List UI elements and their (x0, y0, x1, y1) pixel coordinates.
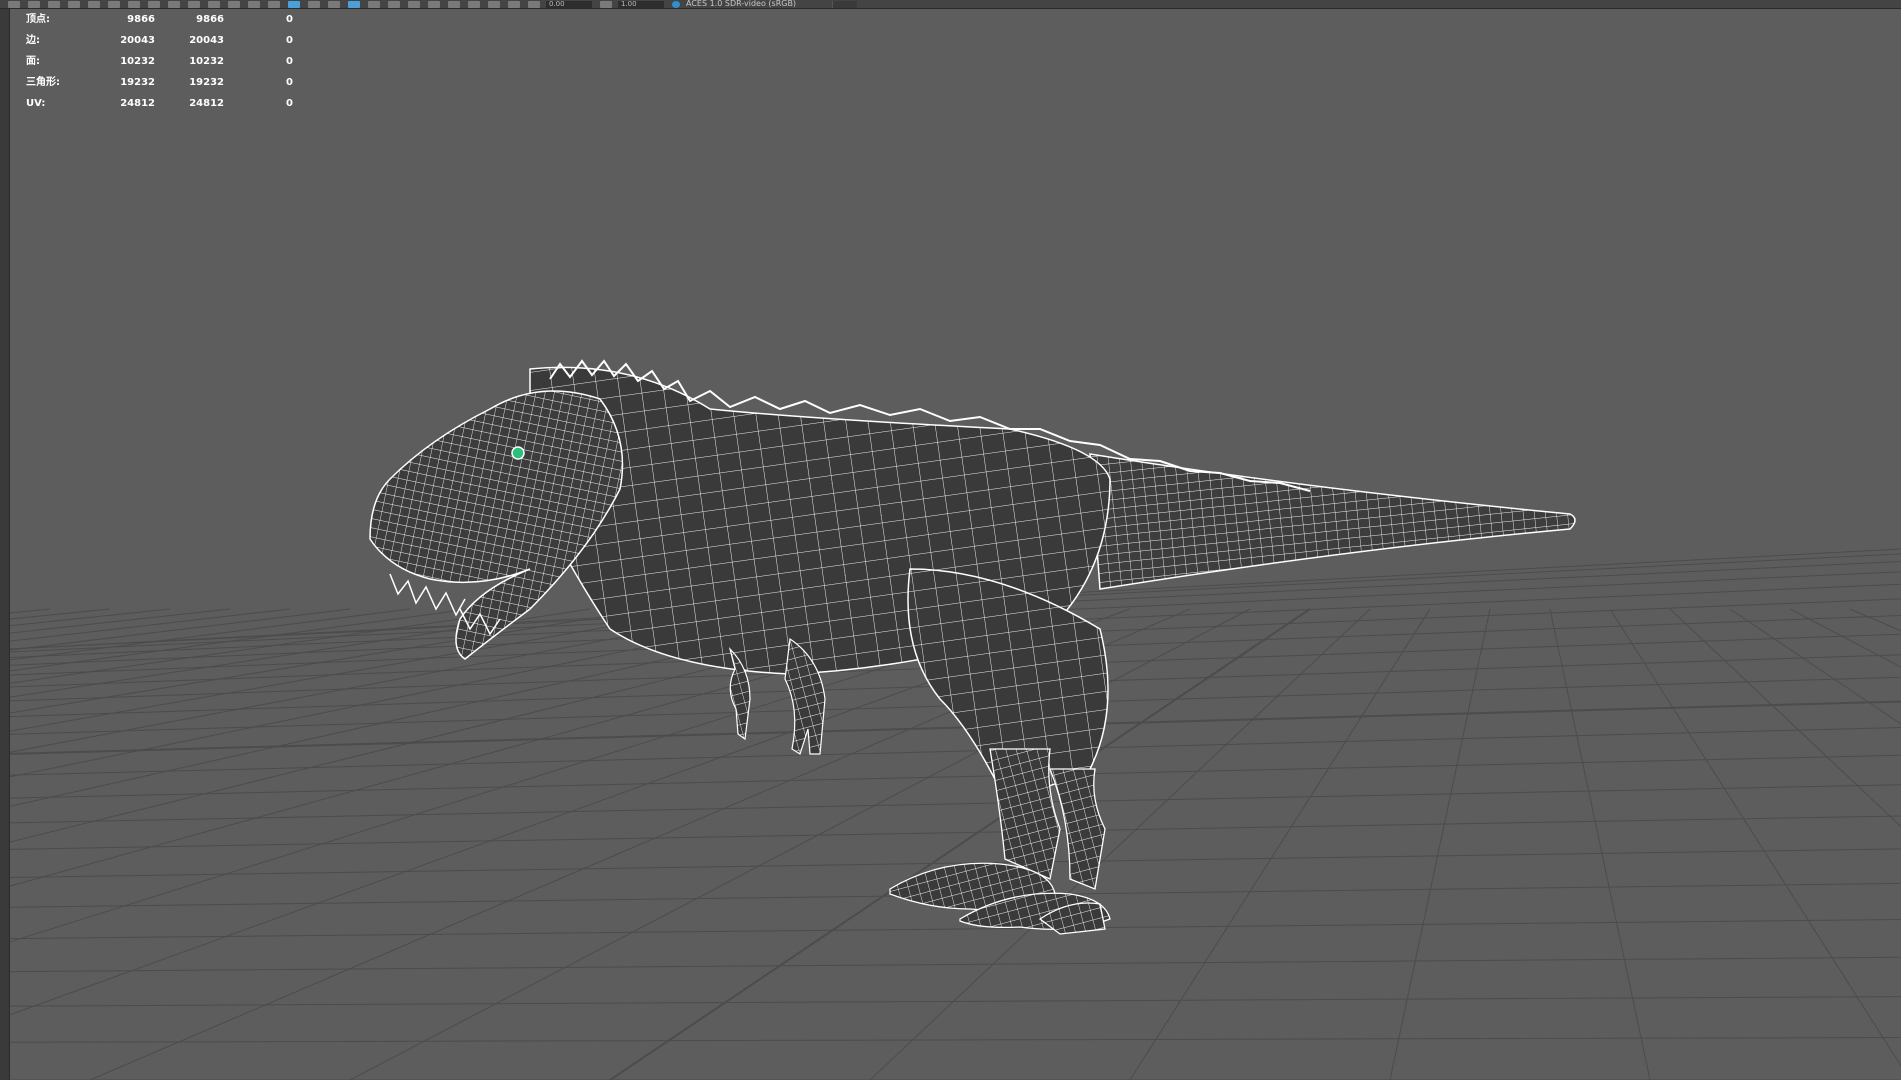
wireframe-icon[interactable] (268, 0, 280, 8)
hud-c3: 0 (286, 56, 293, 67)
viewport-scene[interactable] (10, 9, 1901, 1080)
hud-c2: 24812 (189, 98, 224, 109)
smooth-shade-icon[interactable] (288, 0, 300, 8)
camera-icon[interactable] (8, 0, 20, 8)
textured-icon[interactable] (308, 0, 320, 8)
hud-row: 顶点: 9866 9866 0 (26, 9, 293, 30)
hud-c3: 0 (286, 77, 293, 88)
eye (511, 446, 525, 460)
shadows-icon[interactable] (408, 0, 420, 8)
gamma-field[interactable]: 1.00 (618, 0, 664, 8)
hud-label: 三角形: (26, 77, 60, 88)
colorspace-selector[interactable]: ACES 1.0 SDR-video (sRGB) (672, 0, 796, 8)
maya-window: 0.00 1.00 ACES 1.0 SDR-video (sRGB) 顶点: … (0, 0, 1901, 1080)
colorspace-label: ACES 1.0 SDR-video (sRGB) (686, 0, 797, 8)
bookmark-icon[interactable] (48, 0, 60, 8)
perspective-viewport[interactable]: 顶点: 9866 9866 0 边: 20043 20043 0 面: 10232 10232 0 三角… (10, 9, 1901, 1080)
hud-c1: 24812 (120, 98, 155, 109)
grease-pencil-icon[interactable] (108, 0, 120, 8)
field-chart-icon[interactable] (208, 0, 220, 8)
viewport-toolbar: 0.00 1.00 ACES 1.0 SDR-video (sRGB) (0, 0, 1901, 9)
hud-label: UV: (26, 98, 46, 109)
depth-of-field-icon[interactable] (488, 0, 500, 8)
gate-mask-icon[interactable] (188, 0, 200, 8)
hud-c2: 20043 (189, 35, 224, 46)
grid-toggle-icon[interactable] (128, 0, 140, 8)
lock-camera-icon[interactable] (28, 0, 40, 8)
hud-c2: 10232 (189, 56, 224, 67)
hud-c1: 9866 (127, 14, 155, 25)
safe-title-icon[interactable] (248, 0, 260, 8)
hud-label: 面: (26, 56, 40, 67)
xray-joints-icon[interactable] (388, 0, 400, 8)
ambient-occlusion-icon[interactable] (428, 0, 440, 8)
hud-c1: 10232 (120, 56, 155, 67)
poly-count-hud: 顶点: 9866 9866 0 边: 20043 20043 0 面: 10232 10232 0 三角… (26, 9, 293, 114)
hud-row: 边: 20043 20043 0 (26, 30, 293, 51)
xray-icon[interactable] (368, 0, 380, 8)
colorspace-dropdown[interactable] (832, 0, 858, 8)
anti-alias-icon[interactable] (468, 0, 480, 8)
film-gate-icon[interactable] (148, 0, 160, 8)
hud-c3: 0 (286, 98, 293, 109)
2d-pan-icon[interactable] (88, 0, 100, 8)
resolution-gate-icon[interactable] (168, 0, 180, 8)
trex-mesh[interactable] (369, 359, 1576, 935)
hud-row: 面: 10232 10232 0 (26, 51, 293, 72)
image-plane-icon[interactable] (68, 0, 80, 8)
isolate-select-icon[interactable] (508, 0, 520, 8)
hud-row: 三角形: 19232 19232 0 (26, 72, 293, 93)
hud-label: 顶点: (26, 14, 50, 25)
hud-c2: 9866 (196, 14, 224, 25)
hud-c3: 0 (286, 14, 293, 25)
gamma-icon[interactable] (600, 0, 612, 8)
color-management-icon[interactable] (672, 0, 680, 8)
hud-c2: 19232 (189, 77, 224, 88)
hud-c3: 0 (286, 35, 293, 46)
motion-blur-icon[interactable] (448, 0, 460, 8)
viewport-left-border (0, 9, 10, 1080)
safe-action-icon[interactable] (228, 0, 240, 8)
hud-c1: 19232 (120, 77, 155, 88)
exposure-field[interactable]: 0.00 (546, 0, 592, 8)
lighting-icon[interactable] (328, 0, 340, 8)
hud-c1: 20043 (120, 35, 155, 46)
wireframe-on-shaded-icon[interactable] (348, 0, 360, 8)
hud-label: 边: (26, 35, 40, 46)
hud-row: UV: 24812 24812 0 (26, 93, 293, 114)
exposure-icon[interactable] (528, 0, 540, 8)
